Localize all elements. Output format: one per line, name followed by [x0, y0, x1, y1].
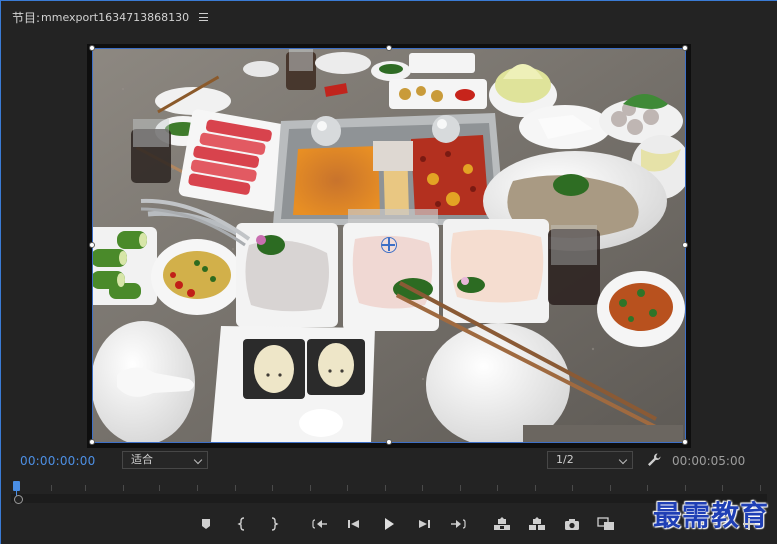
zoom-level-value: 适合: [131, 453, 153, 466]
ruler-tick: [310, 485, 311, 491]
step-forward-icon: [419, 520, 430, 528]
ruler-tick: [85, 485, 86, 491]
ruler-tick: [610, 485, 611, 491]
marker-icon: [202, 519, 210, 529]
go-to-in-icon: [312, 519, 327, 529]
export-frame-button[interactable]: [561, 513, 583, 535]
lift-button[interactable]: [491, 513, 513, 535]
add-marker-button[interactable]: [195, 513, 217, 535]
playback-resolution-value: 1/2: [556, 453, 574, 466]
ruler-tick: [385, 485, 386, 491]
program-monitor-panel: 节目: mmexport1634713868130 00:00:00:00 适合…: [0, 0, 777, 544]
chevron-down-icon: [193, 455, 203, 465]
button-editor-plus-icon[interactable]: [743, 518, 755, 530]
playhead-timecode[interactable]: 00:00:00:00: [20, 454, 95, 468]
mark-out-button[interactable]: [263, 513, 285, 535]
ruler-tick: [123, 485, 124, 491]
ruler-tick: [647, 485, 648, 491]
lift-icon: [494, 517, 510, 530]
export-frame-icon: [565, 518, 579, 530]
go-to-out-icon: [451, 519, 466, 529]
monitor-controls-row: 00:00:00:00 适合 1/2 00:00:05:00: [1, 450, 777, 472]
ruler-tick: [760, 485, 761, 491]
ruler-tick: [460, 485, 461, 491]
ruler-tick: [159, 485, 160, 491]
anchor-point-icon[interactable]: [381, 237, 397, 253]
step-back-icon: [348, 520, 359, 528]
zoom-scrollbar-handle[interactable]: [14, 495, 23, 504]
mark-out-icon: [271, 517, 279, 531]
extract-button[interactable]: [526, 513, 548, 535]
sequence-duration-timecode: 00:00:05:00: [672, 454, 746, 468]
step-back-button[interactable]: [343, 513, 365, 535]
ruler-tick: [685, 485, 686, 491]
panel-title-label: 节目:: [12, 10, 41, 25]
ruler-tick: [722, 485, 723, 491]
comparison-view-button[interactable]: [595, 513, 617, 535]
ruler-tick: [272, 485, 273, 491]
ruler-tick: [51, 485, 52, 491]
program-viewer[interactable]: [1, 34, 777, 448]
panel-header: 节目: mmexport1634713868130: [1, 1, 777, 33]
ruler-tick: [535, 485, 536, 491]
ruler-tick: [197, 485, 198, 491]
ruler-tick: [422, 485, 423, 491]
panel-menu-icon[interactable]: [199, 13, 209, 21]
ruler-tick: [497, 485, 498, 491]
ruler-tick: [347, 485, 348, 491]
chevron-down-icon: [618, 455, 628, 465]
ruler-tick: [235, 485, 236, 491]
ruler-tick: [572, 485, 573, 491]
extract-icon: [529, 517, 545, 530]
comparison-view-icon: [597, 517, 614, 530]
sequence-name[interactable]: mmexport1634713868130: [41, 11, 189, 24]
playback-resolution-select[interactable]: 1/2: [547, 451, 633, 469]
transport-toolbar: [191, 513, 631, 535]
wrench-icon[interactable]: [646, 452, 662, 468]
playhead-handle[interactable]: [13, 481, 20, 491]
play-icon: [385, 518, 394, 530]
go-to-out-button[interactable]: [447, 513, 469, 535]
zoom-level-select[interactable]: 适合: [122, 451, 208, 469]
play-button[interactable]: [378, 513, 400, 535]
mark-in-icon: [237, 517, 245, 531]
mark-in-button[interactable]: [231, 513, 253, 535]
step-forward-button[interactable]: [413, 513, 435, 535]
go-to-in-button[interactable]: [309, 513, 331, 535]
